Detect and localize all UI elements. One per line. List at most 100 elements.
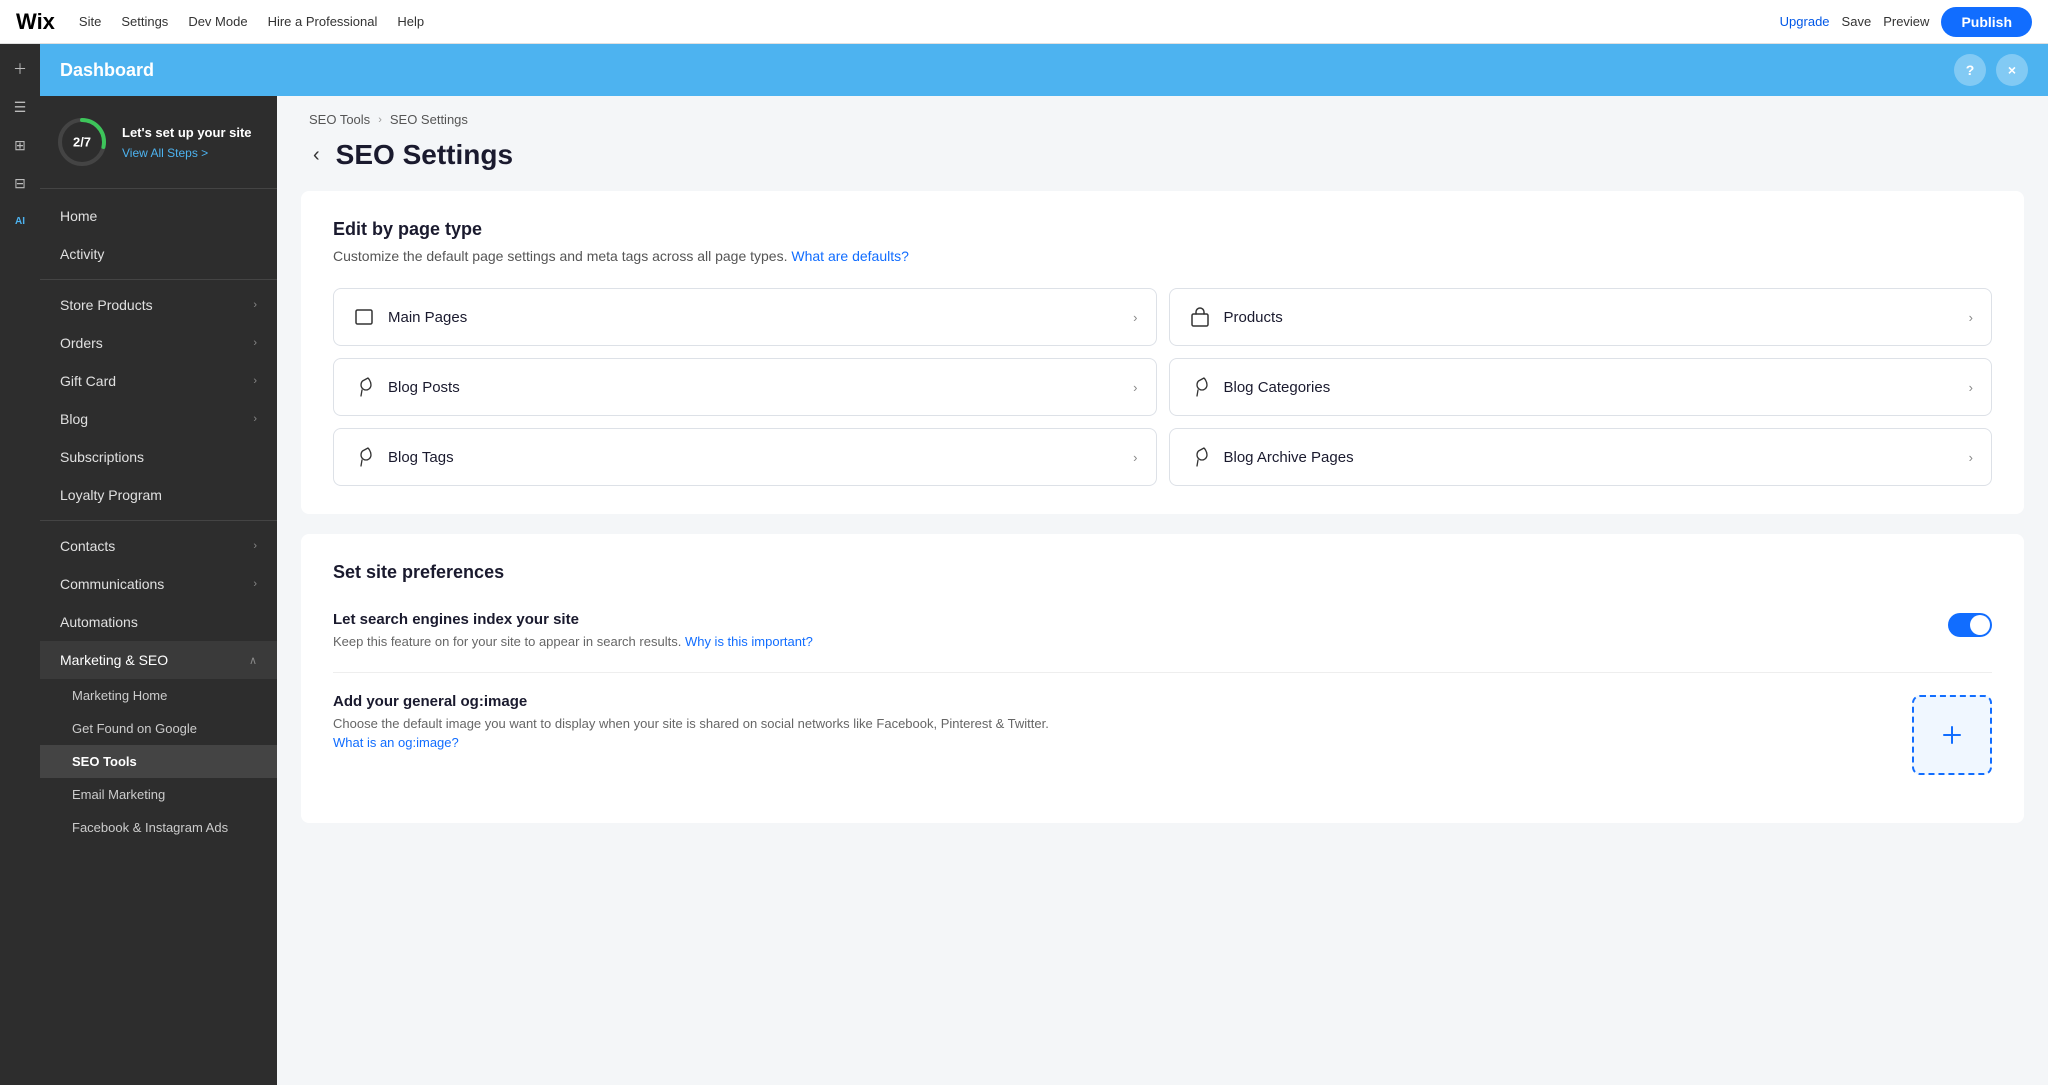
sidebar-nav: Home Activity Store Products › Orders › xyxy=(40,189,277,852)
dashboard-overlay: Dashboard ? × 2/7 xyxy=(40,44,2048,1085)
page-type-grid: Main Pages › xyxy=(333,288,1992,486)
og-image-upload[interactable] xyxy=(1912,695,1992,775)
quill-blog-tags-icon xyxy=(352,445,376,469)
toggle-thumb xyxy=(1970,615,1990,635)
nav-help[interactable]: Help xyxy=(397,14,424,29)
sidebar-item-subscriptions[interactable]: Subscriptions xyxy=(40,438,277,476)
sidebar: 2/7 Let's set up your site View All Step… xyxy=(40,96,277,1085)
sidebar-sub-seo-tools[interactable]: SEO Tools xyxy=(40,745,277,778)
sidebar-sub-fb-ads[interactable]: Facebook & Instagram Ads xyxy=(40,811,277,844)
page-type-main-pages[interactable]: Main Pages › xyxy=(333,288,1157,346)
main-pages-chevron: › xyxy=(1133,310,1137,325)
index-toggle[interactable] xyxy=(1948,613,1992,637)
what-are-defaults-link[interactable]: What are defaults? xyxy=(791,248,909,264)
breadcrumb-seo-tools[interactable]: SEO Tools xyxy=(309,112,370,127)
quill-blog-posts-icon xyxy=(352,375,376,399)
view-all-steps[interactable]: View All Steps > xyxy=(122,146,261,160)
bag-icon xyxy=(1188,305,1212,329)
sidebar-label-blog: Blog xyxy=(60,411,253,427)
dashboard-title: Dashboard xyxy=(60,60,1954,81)
progress-info: Let's set up your site View All Steps > xyxy=(122,124,261,160)
products-chevron: › xyxy=(1969,310,1973,325)
top-actions: Upgrade Save Preview Publish xyxy=(1780,7,2032,37)
back-button[interactable]: ‹ xyxy=(309,144,324,167)
page-type-products[interactable]: Products › xyxy=(1169,288,1993,346)
sidebar-sub-marketing-home[interactable]: Marketing Home xyxy=(40,679,277,712)
page-type-left: Blog Tags xyxy=(352,445,454,469)
sidebar-item-blog[interactable]: Blog › xyxy=(40,400,277,438)
sidebar-label-subscriptions: Subscriptions xyxy=(60,449,257,465)
sidebar-label-contacts: Contacts xyxy=(60,538,253,554)
nav-dev-mode[interactable]: Dev Mode xyxy=(188,14,247,29)
sidebar-item-gift-card[interactable]: Gift Card › xyxy=(40,362,277,400)
site-preferences-section: Set site preferences Let search engines … xyxy=(301,534,2024,823)
help-button[interactable]: ? xyxy=(1954,54,1986,86)
sidebar-item-store-products[interactable]: Store Products › xyxy=(40,286,277,324)
sidebar-item-orders[interactable]: Orders › xyxy=(40,324,277,362)
nav-hire[interactable]: Hire a Professional xyxy=(268,14,378,29)
blog-posts-chevron: › xyxy=(1133,380,1137,395)
pref-index-title: Let search engines index your site xyxy=(333,611,1928,628)
page-type-blog-categories[interactable]: Blog Categories › xyxy=(1169,358,1993,416)
page-type-blog-posts[interactable]: Blog Posts › xyxy=(333,358,1157,416)
rectangle-icon xyxy=(352,305,376,329)
publish-button[interactable]: Publish xyxy=(1941,7,2032,37)
editor-strip: ＋ ☰ ⊞ ⊟ AI xyxy=(0,44,40,1085)
chevron-icon: › xyxy=(253,337,257,349)
sidebar-sub-email-marketing[interactable]: Email Marketing xyxy=(40,778,277,811)
sidebar-label-store-products: Store Products xyxy=(60,297,253,313)
chevron-up-icon: ∧ xyxy=(249,654,257,667)
what-is-og-link[interactable]: What is an og:image? xyxy=(333,735,459,750)
page-type-blog-tags[interactable]: Blog Tags › xyxy=(333,428,1157,486)
page-type-left: Blog Archive Pages xyxy=(1188,445,1354,469)
blog-tags-label: Blog Tags xyxy=(388,449,454,466)
page-type-left: Blog Posts xyxy=(352,375,460,399)
chevron-icon: › xyxy=(253,413,257,425)
why-important-link[interactable]: Why is this important? xyxy=(685,634,813,649)
chevron-icon: › xyxy=(253,578,257,590)
grid-icon[interactable]: ⊞ xyxy=(5,130,35,160)
apps-icon[interactable]: ⊟ xyxy=(5,168,35,198)
breadcrumb-seo-settings[interactable]: SEO Settings xyxy=(390,112,468,127)
upgrade-link[interactable]: Upgrade xyxy=(1780,14,1830,29)
nav-settings[interactable]: Settings xyxy=(121,14,168,29)
breadcrumb-separator: › xyxy=(378,114,382,126)
page-type-left: Products xyxy=(1188,305,1283,329)
sidebar-item-marketing-seo[interactable]: Marketing & SEO ∧ xyxy=(40,641,277,679)
page-type-blog-archive[interactable]: Blog Archive Pages › xyxy=(1169,428,1993,486)
blog-archive-chevron: › xyxy=(1969,450,1973,465)
ai-icon[interactable]: AI xyxy=(5,206,35,236)
sidebar-label-automations: Automations xyxy=(60,614,257,630)
quill-blog-archive-icon xyxy=(1188,445,1212,469)
blog-posts-label: Blog Posts xyxy=(388,379,460,396)
sidebar-item-loyalty[interactable]: Loyalty Program xyxy=(40,476,277,514)
sidebar-item-communications[interactable]: Communications › xyxy=(40,565,277,603)
sidebar-item-home[interactable]: Home xyxy=(40,197,277,235)
close-button[interactable]: × xyxy=(1996,54,2028,86)
sidebar-label-loyalty: Loyalty Program xyxy=(60,487,257,503)
dashboard-panel: Dashboard ? × 2/7 xyxy=(40,44,2048,1085)
top-nav: Site Settings Dev Mode Hire a Profession… xyxy=(79,14,1780,29)
save-link[interactable]: Save xyxy=(1842,14,1872,29)
add-icon[interactable]: ＋ xyxy=(5,54,35,84)
nav-site[interactable]: Site xyxy=(79,14,101,29)
sidebar-sub-get-found[interactable]: Get Found on Google xyxy=(40,712,277,745)
chevron-icon: › xyxy=(253,375,257,387)
dashboard-header-actions: ? × xyxy=(1954,54,2028,86)
section-title-page-type: Edit by page type xyxy=(333,219,1992,240)
main-content: SEO Tools › SEO Settings ‹ SEO Settings … xyxy=(277,96,2048,1085)
sidebar-item-contacts[interactable]: Contacts › xyxy=(40,527,277,565)
menu-icon[interactable]: ☰ xyxy=(5,92,35,122)
page-title: SEO Settings xyxy=(336,139,513,171)
blog-archive-label: Blog Archive Pages xyxy=(1224,449,1354,466)
divider-1 xyxy=(40,279,277,280)
sidebar-item-automations[interactable]: Automations xyxy=(40,603,277,641)
sidebar-item-activity[interactable]: Activity xyxy=(40,235,277,273)
page-type-left: Blog Categories xyxy=(1188,375,1331,399)
edit-by-page-type-section: Edit by page type Customize the default … xyxy=(301,191,2024,514)
sidebar-label-gift-card: Gift Card xyxy=(60,373,253,389)
pref-og-image: Add your general og:image Choose the def… xyxy=(333,673,1992,795)
preview-link[interactable]: Preview xyxy=(1883,14,1929,29)
pref-og-info: Add your general og:image Choose the def… xyxy=(333,693,1912,753)
progress-title: Let's set up your site xyxy=(122,124,261,142)
